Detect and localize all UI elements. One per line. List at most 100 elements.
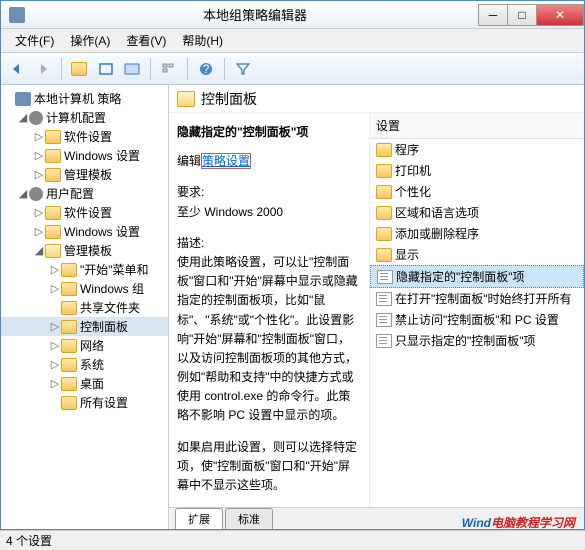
detail-title: 隐藏指定的"控制面板"项 bbox=[177, 123, 361, 142]
console-button[interactable] bbox=[120, 57, 144, 81]
expand-icon[interactable]: ▷ bbox=[49, 377, 61, 390]
list-item[interactable]: 添加或删除程序 bbox=[370, 223, 584, 244]
tree-computer-config[interactable]: ◢ 计算机配置 bbox=[1, 108, 168, 127]
menu-file[interactable]: 文件(F) bbox=[7, 30, 62, 51]
folder-icon bbox=[376, 248, 392, 262]
app-icon bbox=[9, 7, 25, 23]
tree-label: Windows 设置 bbox=[64, 147, 140, 164]
expand-icon[interactable]: ▷ bbox=[49, 339, 61, 352]
folder-open-icon bbox=[177, 91, 195, 107]
list-item[interactable]: 打印机 bbox=[370, 160, 584, 181]
list-item-label: 打印机 bbox=[395, 162, 431, 179]
tree-label: 所有设置 bbox=[80, 394, 128, 411]
tree-label: Windows 组 bbox=[80, 280, 144, 297]
tree-u-admin[interactable]: ◢ 管理模板 bbox=[1, 241, 168, 260]
tab-extended[interactable]: 扩展 bbox=[175, 508, 223, 529]
tree-shared[interactable]: 共享文件夹 bbox=[1, 298, 168, 317]
tree-label: 控制面板 bbox=[80, 318, 128, 335]
gear-icon bbox=[29, 187, 43, 201]
forward-button[interactable] bbox=[31, 57, 55, 81]
folder-icon bbox=[376, 206, 392, 220]
menu-help[interactable]: 帮助(H) bbox=[174, 30, 231, 51]
up-folder-button[interactable] bbox=[68, 57, 92, 81]
expand-icon[interactable]: ▷ bbox=[33, 130, 45, 143]
tree-network[interactable]: ▷ 网络 bbox=[1, 336, 168, 355]
tree-label: 管理模板 bbox=[64, 242, 112, 259]
tree-user-config[interactable]: ◢用户配置 bbox=[1, 184, 168, 203]
list-item[interactable]: 个性化 bbox=[370, 181, 584, 202]
folder-icon bbox=[45, 149, 61, 163]
expand-icon[interactable]: ▷ bbox=[49, 358, 61, 371]
minimize-button[interactable]: ─ bbox=[478, 4, 508, 26]
list-button[interactable] bbox=[157, 57, 181, 81]
expand-icon[interactable]: ▷ bbox=[33, 206, 45, 219]
tree-system[interactable]: ▷ 系统 bbox=[1, 355, 168, 374]
tree-c-admin[interactable]: ▷ 管理模板 bbox=[1, 165, 168, 184]
expand-icon[interactable]: ▷ bbox=[49, 320, 61, 333]
statusbar: 4 个设置 bbox=[0, 530, 585, 550]
folder-icon bbox=[61, 339, 77, 353]
collapse-icon[interactable]: ◢ bbox=[33, 244, 45, 257]
nav-tree[interactable]: 本地计算机 策略 ◢计算机配置 ▷软件设置 ▷Windows 设置 ▷管理模板 … bbox=[1, 85, 169, 529]
help-button[interactable]: ? bbox=[194, 57, 218, 81]
tree-c-software[interactable]: ▷ 软件设置 bbox=[1, 127, 168, 146]
folder-icon bbox=[61, 377, 77, 391]
tree-desktop[interactable]: ▷ 桌面 bbox=[1, 374, 168, 393]
tree-label: 系统 bbox=[80, 356, 104, 373]
folder-icon bbox=[61, 282, 77, 296]
tree-label: 桌面 bbox=[80, 375, 104, 392]
toolbar: ? bbox=[1, 53, 584, 85]
req-text: 至少 Windows 2000 bbox=[177, 203, 361, 222]
expand-icon[interactable]: ▷ bbox=[33, 149, 45, 162]
list-item-label: 显示 bbox=[395, 246, 419, 263]
tab-standard[interactable]: 标准 bbox=[225, 508, 273, 529]
tree-control-panel[interactable]: ▷ 控制面板 bbox=[1, 317, 168, 336]
list-item[interactable]: 显示 bbox=[370, 244, 584, 265]
root-icon bbox=[15, 92, 31, 106]
folder-icon bbox=[61, 263, 77, 277]
tree-label: 计算机配置 bbox=[46, 109, 106, 126]
folder-icon bbox=[61, 320, 77, 334]
list-item[interactable]: 区域和语言选项 bbox=[370, 202, 584, 223]
collapse-icon[interactable]: ◢ bbox=[17, 187, 29, 200]
tree-u-software[interactable]: ▷软件设置 bbox=[1, 203, 168, 222]
maximize-button[interactable]: □ bbox=[507, 4, 537, 26]
collapse-icon[interactable]: ◢ bbox=[17, 111, 29, 124]
gear-icon bbox=[29, 111, 43, 125]
expand-icon[interactable]: ▷ bbox=[49, 263, 61, 276]
policy-settings-link[interactable]: 策略设置 bbox=[201, 153, 251, 169]
expand-icon[interactable]: ▷ bbox=[49, 282, 61, 295]
filter-button[interactable] bbox=[231, 57, 255, 81]
folder-icon bbox=[376, 227, 392, 241]
tree-u-windows[interactable]: ▷Windows 设置 bbox=[1, 222, 168, 241]
tree-c-windows[interactable]: ▷ Windows 设置 bbox=[1, 146, 168, 165]
list-header[interactable]: 设置 bbox=[370, 113, 584, 139]
list-item[interactable]: 禁止访问"控制面板"和 PC 设置 bbox=[370, 309, 584, 330]
list-item[interactable]: 只显示指定的"控制面板"项 bbox=[370, 330, 584, 351]
settings-list[interactable]: 设置 程序打印机个性化区域和语言选项添加或删除程序显示隐藏指定的"控制面板"项在… bbox=[369, 113, 584, 507]
list-item-label: 区域和语言选项 bbox=[395, 204, 479, 221]
tree-startmenu[interactable]: ▷"开始"菜单和 bbox=[1, 260, 168, 279]
tree-label: 网络 bbox=[80, 337, 104, 354]
list-item-label: 在打开"控制面板"时始终打开所有 bbox=[395, 290, 572, 307]
tree-root[interactable]: 本地计算机 策略 bbox=[1, 89, 168, 108]
desc-p2: 如果启用此设置，则可以选择特定项，使"控制面板"窗口和"开始"屏幕中不显示这些项… bbox=[177, 438, 361, 496]
list-item[interactable]: 程序 bbox=[370, 139, 584, 160]
expand-icon[interactable]: ▷ bbox=[33, 225, 45, 238]
menu-view[interactable]: 查看(V) bbox=[118, 30, 174, 51]
tree-label: 管理模板 bbox=[64, 166, 112, 183]
tree-label: 软件设置 bbox=[64, 128, 112, 145]
list-item[interactable]: 隐藏指定的"控制面板"项 bbox=[370, 265, 584, 288]
expand-icon[interactable]: ▷ bbox=[33, 168, 45, 181]
folder-icon bbox=[71, 62, 87, 76]
close-button[interactable]: ✕ bbox=[536, 4, 584, 26]
tree-all-settings[interactable]: 所有设置 bbox=[1, 393, 168, 412]
tree-windows-components[interactable]: ▷ Windows 组 bbox=[1, 279, 168, 298]
list-item[interactable]: 在打开"控制面板"时始终打开所有 bbox=[370, 288, 584, 309]
folder-icon bbox=[376, 164, 392, 178]
policy-icon bbox=[376, 292, 392, 306]
menu-action[interactable]: 操作(A) bbox=[62, 30, 118, 51]
properties-button[interactable] bbox=[94, 57, 118, 81]
tree-label: 共享文件夹 bbox=[80, 299, 140, 316]
back-button[interactable] bbox=[5, 57, 29, 81]
